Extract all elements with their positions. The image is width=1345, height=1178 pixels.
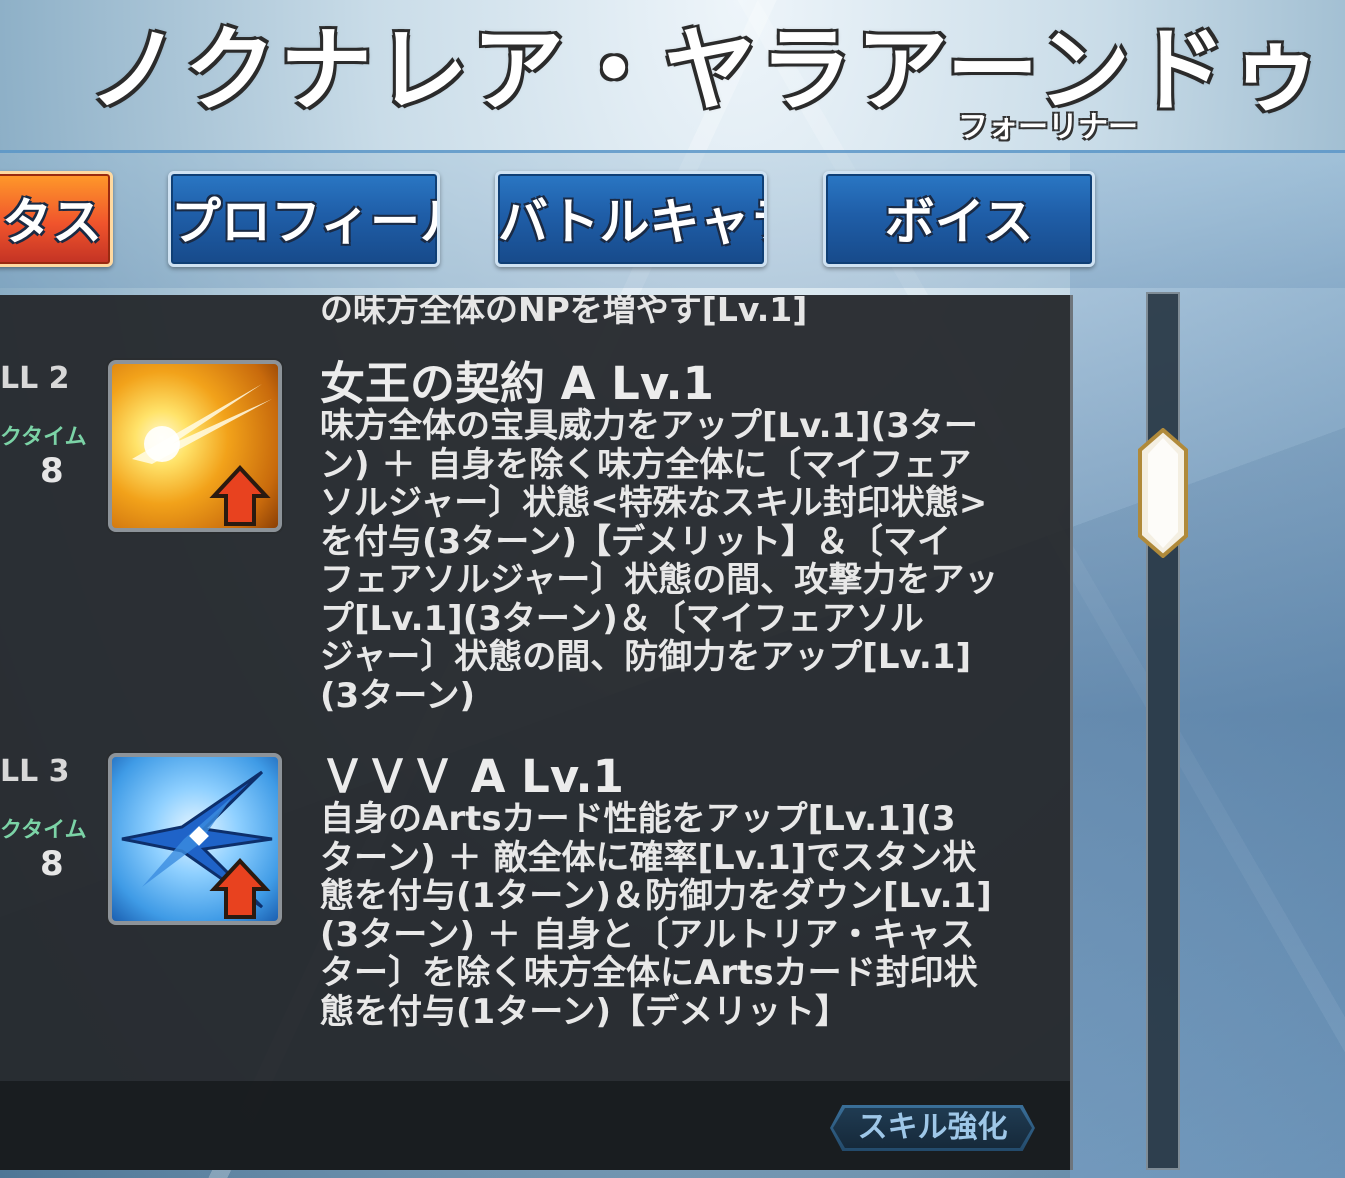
skill-level-label: LL 2 xyxy=(0,361,70,396)
tab-battle-character[interactable]: バトルキャラ xyxy=(495,171,767,267)
skill-description: 味方全体の宝具威力をアップ[Lv.1](3ター ン) ＋ 自身を除く味方全体に〔… xyxy=(320,407,1055,715)
description-line: 味方全体の宝具威力をアップ[Lv.1](3ター xyxy=(320,406,978,446)
cooldown-label: クタイム xyxy=(0,818,87,843)
description-line: フェアソルジャー〕状態の間、攻撃力をアッ xyxy=(320,560,999,600)
tab-voice[interactable]: ボイス xyxy=(823,171,1095,267)
description-line: 態を付与(1ターン)【デメリット】 xyxy=(320,991,850,1032)
skill-name: ＶＶＶ A Lv.1 xyxy=(320,750,624,803)
cooldown-value: 8 xyxy=(40,844,64,884)
servant-class: フォーリナー xyxy=(958,110,1138,145)
description-line: (3ターン) ＋ 自身と〔アルトリア・キャス xyxy=(320,914,975,955)
previous-skill-description-tail: の味方全体のNPを増やす[Lv.1] xyxy=(320,295,808,329)
panel-footer: スキル強化 xyxy=(0,1081,1070,1170)
skill-enhance-label: スキル強化 xyxy=(857,1110,1008,1145)
description-line: (3ターン) xyxy=(320,675,476,716)
skill-name: 女王の契約 A Lv.1 xyxy=(320,357,714,410)
skill-description: 自身のArtsカード性能をアップ[Lv.1](3 ターン) ＋ 敵全体に確率[L… xyxy=(320,800,1055,1031)
cooldown-value: 8 xyxy=(40,451,64,491)
tab-status[interactable]: タス xyxy=(0,171,113,267)
scrollbar-thumb[interactable] xyxy=(1136,427,1190,559)
description-line: ターン) ＋ 敵全体に確率[Lv.1]でスタン状 xyxy=(320,837,977,878)
gold-burst-up-arrow-icon[interactable] xyxy=(108,360,282,532)
description-line: ター〕を除く味方全体にArtsカード封印状 xyxy=(320,953,978,993)
description-line: ジャー〕状態の間、防御力をアップ[Lv.1] xyxy=(320,637,972,677)
description-line: 自身のArtsカード性能をアップ[Lv.1](3 xyxy=(320,799,956,839)
description-line: ン) ＋ 自身を除く味方全体に〔マイフェア xyxy=(320,444,972,485)
tab-profile[interactable]: プロフィール xyxy=(168,171,440,267)
description-line: 態を付与(1ターン)＆防御力をダウン[Lv.1] xyxy=(320,876,992,916)
skill-level-label: LL 3 xyxy=(0,754,70,789)
description-line: ソルジャー〕状態<特殊なスキル封印状態> xyxy=(320,483,988,523)
skill-enhance-button[interactable]: スキル強化 xyxy=(830,1105,1035,1151)
skills-panel: の味方全体のNPを増やす[Lv.1] LL 2 クタイム 8 女王の契約 A L… xyxy=(0,295,1073,1170)
description-line: プ[Lv.1](3ターン)＆〔マイフェアソル xyxy=(320,598,924,639)
background-right-glow xyxy=(1070,150,1345,1178)
blue-star-burst-up-arrow-icon[interactable] xyxy=(108,753,282,925)
cooldown-label: クタイム xyxy=(0,425,87,450)
servant-name: ノクナレア・ヤラアーンドゥ xyxy=(88,17,1326,124)
scrollbar-track[interactable] xyxy=(1146,292,1180,1170)
description-line: を付与(3ターン)【デメリット】＆〔マイ xyxy=(320,521,952,562)
